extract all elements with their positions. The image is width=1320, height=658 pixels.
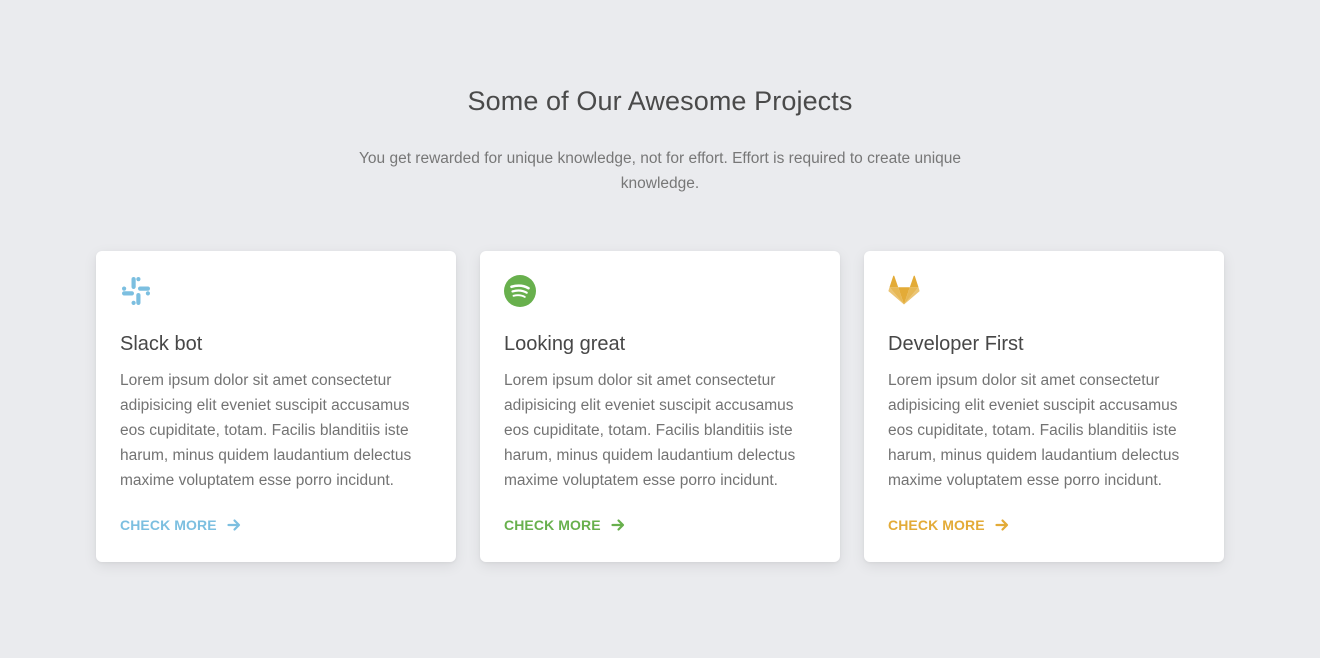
arrow-right-icon xyxy=(227,518,241,532)
check-more-label: CHECK MORE xyxy=(120,517,217,533)
spotify-icon xyxy=(504,275,536,307)
project-card-slack-bot: Slack bot Lorem ipsum dolor sit amet con… xyxy=(96,251,456,562)
card-title: Looking great xyxy=(504,333,626,355)
slack-icon xyxy=(120,275,152,307)
arrow-right-icon xyxy=(611,518,625,532)
section-title: Some of Our Awesome Projects xyxy=(467,86,853,116)
check-more-link[interactable]: CHECK MORE xyxy=(504,517,625,533)
card-description: Lorem ipsum dolor sit amet consectetur a… xyxy=(888,372,1180,489)
check-more-label: CHECK MORE xyxy=(504,517,601,533)
check-more-link[interactable]: CHECK MORE xyxy=(888,517,1009,533)
card-description: Lorem ipsum dolor sit amet consectetur a… xyxy=(504,372,796,489)
project-card-developer-first: Developer First Lorem ipsum dolor sit am… xyxy=(864,251,1224,562)
arrow-right-icon xyxy=(995,518,1009,532)
card-title: Slack bot xyxy=(120,333,203,355)
check-more-link[interactable]: CHECK MORE xyxy=(120,517,241,533)
project-card-looking-great: Looking great Lorem ipsum dolor sit amet… xyxy=(480,251,840,562)
section-subtitle: You get rewarded for unique knowledge, n… xyxy=(358,150,962,192)
gitlab-icon xyxy=(888,275,920,307)
card-title: Developer First xyxy=(888,333,1024,355)
check-more-label: CHECK MORE xyxy=(888,517,985,533)
card-description: Lorem ipsum dolor sit amet consectetur a… xyxy=(120,372,412,489)
